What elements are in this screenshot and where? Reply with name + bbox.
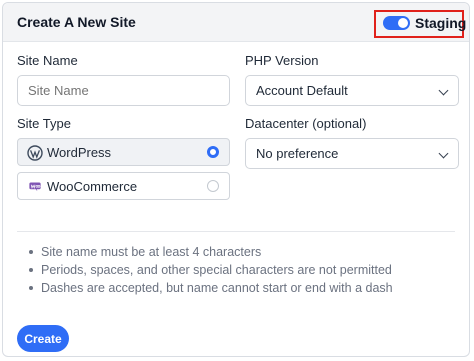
- staging-toggle[interactable]: [383, 16, 410, 30]
- site-name-input[interactable]: [17, 75, 230, 106]
- wordpress-label: WordPress: [47, 145, 112, 160]
- page-title: Create A New Site: [17, 14, 136, 30]
- wordpress-radio[interactable]: [207, 146, 219, 158]
- rule-item: Periods, spaces, and other special chara…: [29, 261, 393, 279]
- staging-label: Staging: [415, 15, 467, 31]
- rule-item: Site name must be at least 4 characters: [29, 243, 393, 261]
- php-version-value: Account Default: [256, 83, 348, 98]
- datacenter-label: Datacenter (optional): [245, 116, 367, 131]
- php-version-label: PHP Version: [245, 53, 319, 68]
- create-site-card: Create A New Site Staging Site Name PHP …: [2, 2, 470, 357]
- woocommerce-radio[interactable]: [207, 180, 219, 192]
- rule-item: Dashes are accepted, but name cannot sta…: [29, 279, 393, 297]
- toggle-knob: [398, 18, 408, 28]
- datacenter-value: No preference: [256, 146, 339, 161]
- chevron-down-icon: [438, 148, 449, 159]
- site-name-label: Site Name: [17, 53, 78, 68]
- wordpress-icon: [27, 145, 43, 161]
- divider: [17, 231, 455, 232]
- datacenter-select[interactable]: No preference: [245, 138, 459, 169]
- site-type-option-woocommerce[interactable]: WooCommerce: [17, 172, 230, 200]
- create-button[interactable]: Create: [17, 325, 69, 352]
- chevron-down-icon: [438, 85, 449, 96]
- site-name-rules: Site name must be at least 4 characters …: [29, 243, 393, 297]
- woocommerce-label: WooCommerce: [47, 179, 138, 194]
- site-type-label: Site Type: [17, 116, 71, 131]
- php-version-select[interactable]: Account Default: [245, 75, 459, 106]
- woocommerce-icon: [29, 182, 41, 192]
- site-type-option-wordpress[interactable]: WordPress: [17, 138, 230, 166]
